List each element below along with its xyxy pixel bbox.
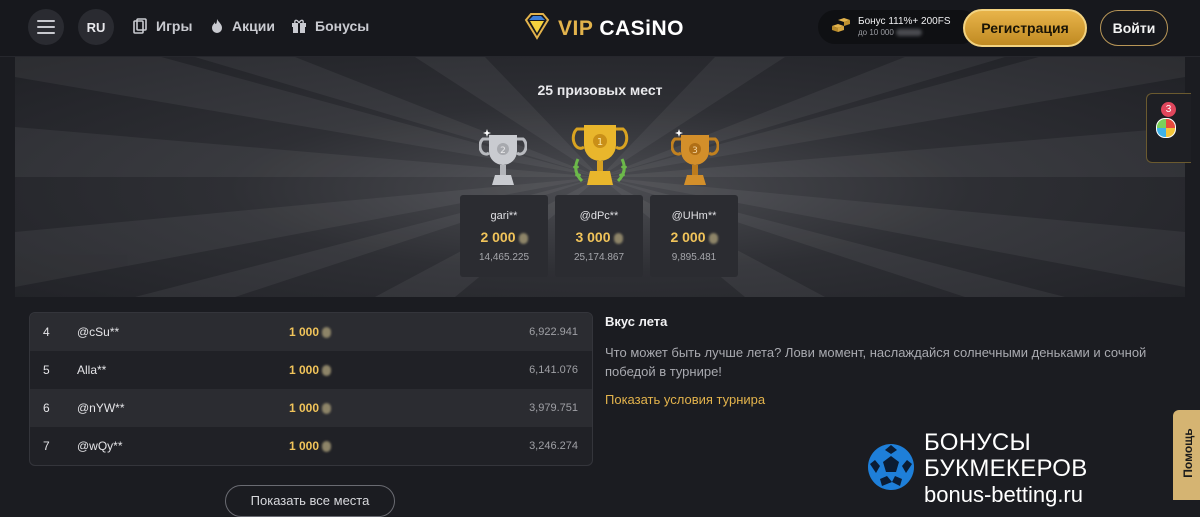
coin-icon [708,232,718,244]
bonus-title: Бонус 111%+ 200FS [858,16,951,27]
fortune-wheel-widget[interactable]: 3 [1146,93,1191,163]
blurred-currency [895,29,922,37]
nav-games-label: Игры [156,18,193,34]
podium-amount: 3 000 [555,229,643,245]
language-button[interactable]: RU [78,9,114,45]
nav-promotions-label: Акции [232,18,275,34]
fortune-wheel-icon [1156,118,1176,138]
score: 3,979.751 [529,402,578,414]
svg-text:2: 2 [500,146,506,156]
help-label: Помощь [1181,428,1195,478]
top-header: RU Игры Акции Бонусы VIP CASiNO Бонус 11… [0,0,1200,57]
welcome-bonus-chip[interactable]: Бонус 111%+ 200FS до 10 000 [818,10,978,44]
soccer-ball-icon [866,442,916,497]
nav-bonuses[interactable]: Бонусы [291,18,369,34]
leaderboard-table: 4 @cSu** 1 000 6,922.941 5 Alla** 1 000 … [29,312,593,466]
gold-trophy-icon: 1 [568,119,632,196]
diamond-logo-icon [522,12,552,45]
silver-trophy-icon: 2 [478,129,528,196]
podium-first: @dPc** 3 000 25,174.867 [555,195,643,277]
podium-amount: 2 000 [650,229,738,245]
player-name: @wQy** [77,439,123,453]
bonus-subtitle: до 10 000 [858,27,951,38]
coin-icon [322,327,332,339]
tournament-title: Вкус лета [605,314,668,329]
register-button[interactable]: Регистрация [963,9,1087,47]
gift-icon [291,18,307,34]
prize-amount: 1 000 [289,439,332,453]
vip-casino-logo[interactable]: VIP CASiNO [522,12,684,45]
table-row: 7 @wQy** 1 000 3,246.274 [30,427,592,465]
tournament-hero: 25 призовых мест 2 1 3 gari** 2 000 14,4… [15,57,1185,297]
hamburger-menu-button[interactable] [28,9,64,45]
watermark-texts: БОНУСЫ БУКМЕКЕРОВ bonus-betting.ru [924,430,1200,508]
show-all-places-button[interactable]: Показать все места [225,485,395,517]
podium-score: 25,174.867 [573,252,625,263]
tournament-description: Что может быть лучше лета? Лови момент, … [605,345,1147,379]
podium-name: gari** [490,210,518,222]
bonus-texts: Бонус 111%+ 200FS до 10 000 [858,16,951,38]
podium-score: 14,465.225 [478,252,530,263]
coin-icon [613,232,623,244]
score: 6,922.941 [529,326,578,338]
podium-third: @UHm** 2 000 9,895.481 [650,195,738,277]
rank: 6 [43,401,50,415]
table-row: 5 Alla** 1 000 6,141.076 [30,351,592,389]
coin-icon [518,232,528,244]
svg-text:3: 3 [692,146,698,156]
prize-amount: 1 000 [289,363,332,377]
coin-icon [322,441,332,453]
coin-icon [322,365,332,377]
nav-promotions[interactable]: Акции [210,18,275,34]
player-name: @cSu** [77,325,120,339]
tournament-conditions-link[interactable]: Показать условия турнира [605,392,765,407]
prize-places-title: 25 призовых мест [537,82,663,98]
nav-games[interactable]: Игры [132,18,192,34]
podium-second: gari** 2 000 14,465.225 [460,195,548,277]
rank: 5 [43,363,50,377]
gold-bars-icon [830,16,852,39]
menu-line [37,20,55,22]
rank: 7 [43,439,50,453]
table-row: 4 @cSu** 1 000 6,922.941 [30,313,592,351]
score: 6,141.076 [529,364,578,376]
podium-name: @UHm** [671,210,717,222]
fire-icon [210,18,224,34]
bronze-trophy-icon: 3 [670,129,720,196]
prize-amount: 1 000 [289,325,332,339]
coin-icon [322,403,332,415]
rank: 4 [43,325,50,339]
logo-text: VIP CASiNO [558,16,684,40]
podium-amount: 2 000 [460,229,548,245]
podium-name: @dPc** [579,210,619,222]
player-name: @nYW** [77,401,125,415]
games-icon [132,18,148,34]
podium-score: 9,895.481 [671,252,717,263]
nav-bonuses-label: Бонусы [315,18,370,34]
watermark-line2: bonus-betting.ru [924,482,1083,507]
watermark-line1: БОНУСЫ БУКМЕКЕРОВ [924,429,1088,482]
notification-badge: 3 [1161,102,1176,117]
watermark: БОНУСЫ БУКМЕКЕРОВ bonus-betting.ru [866,430,1200,508]
table-row: 6 @nYW** 1 000 3,979.751 [30,389,592,427]
menu-line [37,26,55,28]
login-button[interactable]: Войти [1100,10,1168,46]
score: 3,246.274 [529,440,578,452]
menu-line [37,32,55,34]
help-tab[interactable]: Помощь [1173,410,1200,500]
prize-amount: 1 000 [289,401,332,415]
player-name: Alla** [77,363,107,377]
svg-text:1: 1 [597,137,603,148]
